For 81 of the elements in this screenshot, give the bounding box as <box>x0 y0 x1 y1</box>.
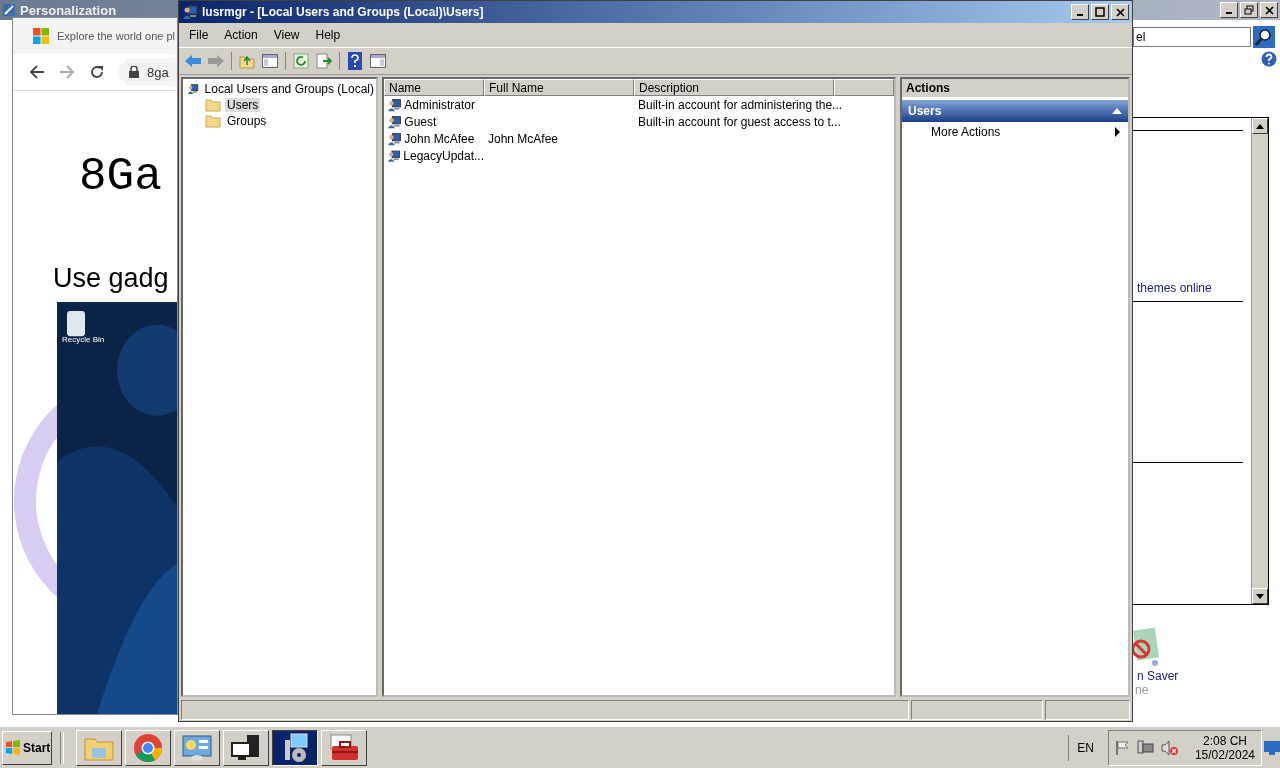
close-button[interactable] <box>1111 4 1129 20</box>
menu-item[interactable]: View <box>267 26 306 44</box>
up-arrow-icon <box>1256 123 1264 129</box>
volume-muted-icon[interactable] <box>1160 740 1179 756</box>
tree-item[interactable]: Local Users and Groups (Local) <box>202 82 376 96</box>
down-arrow-icon <box>1256 593 1264 599</box>
menu-item[interactable]: File <box>183 26 215 44</box>
column-header[interactable]: Name <box>384 79 484 96</box>
maximize-button[interactable] <box>1091 4 1109 20</box>
user-icon <box>182 4 198 20</box>
folder-icon <box>205 98 221 112</box>
scroll-up-button[interactable] <box>1252 118 1268 134</box>
language-indicator[interactable]: EN <box>1068 735 1102 761</box>
windows-logo-icon <box>33 28 49 44</box>
user-icon <box>387 130 402 147</box>
minimize-button[interactable] <box>1071 4 1089 20</box>
user-icon <box>387 96 402 113</box>
windows-logo-icon <box>5 740 21 756</box>
scroll-down-button[interactable] <box>1252 588 1268 604</box>
page-heading: 8Ga <box>79 151 163 203</box>
reload-icon[interactable] <box>89 64 105 80</box>
close-icon <box>1264 5 1274 15</box>
back-icon[interactable] <box>29 64 45 80</box>
chrome-icon <box>133 733 163 763</box>
restore-icon <box>1244 5 1254 15</box>
search-field[interactable]: el <box>1133 27 1251 47</box>
control-panel-icon <box>181 734 213 762</box>
show-desktop-icon[interactable] <box>1264 741 1280 755</box>
export-list-button[interactable] <box>314 51 334 71</box>
tree-item[interactable]: Users <box>225 98 261 112</box>
help-icon[interactable] <box>1261 51 1277 67</box>
action-pane-button[interactable] <box>368 51 388 71</box>
search-icon[interactable] <box>1253 26 1275 48</box>
toolbox-icon <box>328 733 360 763</box>
screen-saver-link[interactable]: n Saver <box>1137 669 1280 683</box>
column-header[interactable]: Full Name <box>484 79 634 96</box>
table-cell-text: John McAfee <box>487 131 560 146</box>
action-item[interactable]: More Actions <box>902 122 1128 142</box>
user-name[interactable]: John McAfee <box>403 131 484 146</box>
console-tree-button[interactable] <box>260 51 280 71</box>
menu-item[interactable]: Help <box>309 26 347 44</box>
network-icon[interactable] <box>1136 740 1155 756</box>
user-icon <box>187 81 199 97</box>
maximize-icon <box>1095 7 1105 17</box>
table-cell-text: Built-in account for guest access to t... <box>637 114 841 129</box>
close-button[interactable] <box>1260 2 1278 18</box>
screen-saver-status: ne <box>1135 683 1150 697</box>
page-subheading: Use gadg <box>53 263 170 294</box>
window-title: Personalization <box>20 2 117 18</box>
icon-label: Recycle Bin <box>62 335 105 344</box>
user-name[interactable]: Administrator <box>403 97 484 112</box>
help-button[interactable] <box>345 51 365 71</box>
menu-item[interactable]: Action <box>218 26 264 44</box>
user-icon <box>387 113 402 130</box>
column-header[interactable] <box>834 79 894 96</box>
column-header[interactable]: Description <box>634 79 834 96</box>
browser-tab[interactable]: Explore the world one pl <box>13 18 177 54</box>
close-icon <box>1115 7 1125 17</box>
table-cell-text: Built-in account for administering the... <box>637 97 843 112</box>
tree-item[interactable]: Groups <box>225 114 269 128</box>
user-name[interactable]: Guest <box>403 114 484 129</box>
folder-icon <box>84 735 114 761</box>
folder-icon <box>205 114 221 128</box>
section-header[interactable]: Users <box>902 100 1128 122</box>
restore-button[interactable] <box>1240 2 1258 18</box>
address-bar[interactable]: 8ga <box>119 58 177 86</box>
flag-icon[interactable] <box>1114 740 1131 756</box>
lock-icon <box>129 66 139 78</box>
themes-link[interactable]: themes online <box>1137 281 1251 295</box>
start-button[interactable]: Start <box>2 731 52 765</box>
minimize-button[interactable] <box>1220 2 1238 18</box>
clock: 2:08 CH 15/02/2024 <box>1194 734 1255 762</box>
taskbar-button[interactable] <box>272 730 318 766</box>
pane-heading: Actions <box>902 79 1128 98</box>
user-icon <box>387 147 401 164</box>
address-text: 8ga <box>147 64 169 80</box>
user-name[interactable]: LegacyUpdat... <box>402 148 484 163</box>
computers-icon <box>230 733 262 763</box>
submenu-arrow-icon <box>1115 127 1120 137</box>
refresh-button[interactable] <box>291 51 311 71</box>
window-title: lusrmgr - [Local Users and Groups (Local)\Users] <box>202 5 484 19</box>
